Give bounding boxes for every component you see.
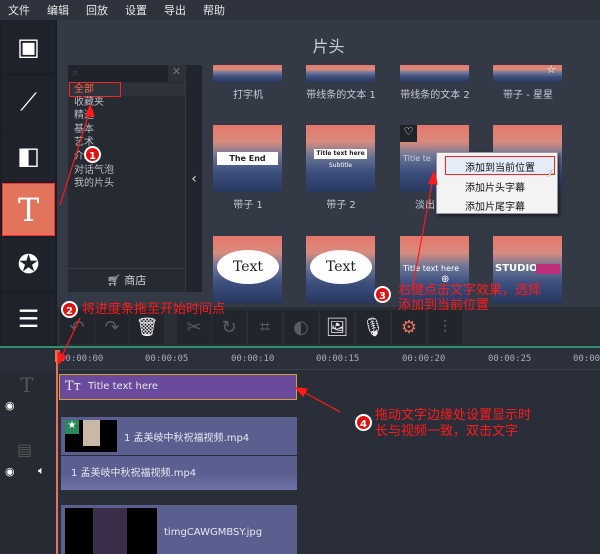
- annotation-text: 将进度条拖至开始时间点: [82, 302, 226, 317]
- annotation-text: 添加到当前位置: [398, 298, 490, 313]
- annotation-number: 1: [84, 146, 101, 163]
- arrow-3: [411, 177, 434, 291]
- annotation-arrows: [57, 103, 438, 413]
- annotation-text: 长与视频一致，双击文字: [375, 424, 519, 439]
- annotation-number: 3: [374, 286, 391, 303]
- arrow-2: [59, 317, 81, 361]
- annotation-text: 右键点击文字效果，选择: [398, 283, 542, 298]
- arrow-4: [299, 389, 341, 413]
- annotation-number: 4: [355, 414, 372, 431]
- annotation-number: 2: [61, 301, 78, 318]
- annotation-text: 拖动文字边缘处设置显示时: [375, 408, 532, 423]
